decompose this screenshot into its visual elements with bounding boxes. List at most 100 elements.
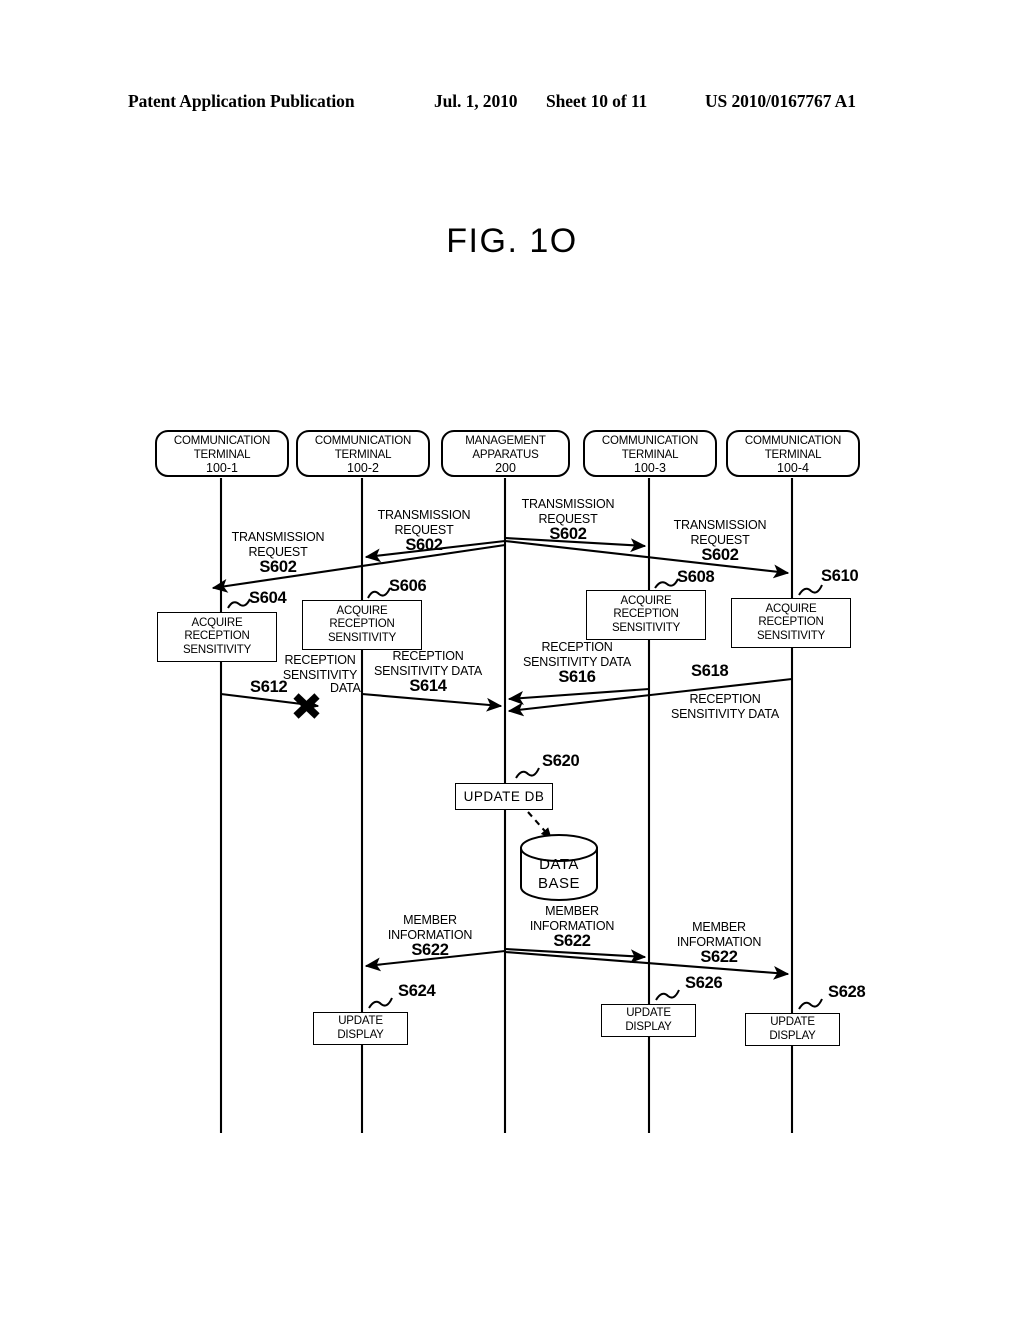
leader-s628 [798, 998, 823, 1010]
msg-s602-ct1-line2: REQUEST [248, 544, 308, 559]
leader-s608 [654, 578, 679, 589]
proc-s610-line1: ACQUIRE [765, 602, 817, 615]
msg-s622-ct3-line2: INFORMATION [529, 918, 615, 933]
process-box-s624-update-display: UPDATE DISPLAY [313, 1012, 408, 1045]
process-box-s610-acquire-reception-sensitivity: ACQUIRE RECEPTION SENSITIVITY [731, 598, 851, 648]
proc-s624-line2: DISPLAY [337, 1028, 384, 1041]
lifeline-head-ct1-line1: COMMUNICATION [173, 435, 271, 447]
leader-s606 [367, 587, 391, 599]
msg-s616-line1: RECEPTION [541, 640, 613, 654]
step-label-s628: S628 [828, 983, 866, 1001]
lifeline-head-ct2: COMMUNICATION TERMINAL 100-2 [296, 430, 430, 477]
msg-s622-ct2-line2: INFORMATION [387, 927, 473, 942]
proc-s606-line2: RECEPTION [329, 618, 395, 631]
step-label-s602-ct4: S602 [701, 546, 739, 564]
message-label-s602-ct4: TRANSMISSION REQUEST S602 [674, 518, 767, 564]
lifeline-head-ct3-line1: COMMUNICATION [601, 435, 699, 447]
proc-s606-line3: SENSITIVITY [327, 631, 397, 644]
proc-s608-line2: RECEPTION [613, 608, 679, 621]
proc-s608-line1: ACQUIRE [620, 594, 672, 607]
msg-s614-line2: SENSITIVITY DATA [374, 663, 482, 678]
leader-s604 [227, 598, 251, 609]
process-box-s628-update-display: UPDATE DISPLAY [745, 1013, 840, 1046]
proc-s604-line2: RECEPTION [184, 630, 250, 643]
msg-s622-ct4-line2: INFORMATION [676, 934, 762, 949]
msg-s614-line1: RECEPTION [392, 649, 464, 663]
lifeline-head-ma-id: 200 [495, 461, 516, 475]
lifeline-head-ct4-line1: COMMUNICATION [744, 435, 842, 447]
lifeline-head-ct2-line1: COMMUNICATION [314, 435, 412, 447]
message-label-s602-ct3: TRANSMISSION REQUEST S602 [522, 497, 615, 543]
lifeline-head-ct4-line2: TERMINAL [764, 448, 822, 461]
diagram-vectors [211, 478, 823, 1133]
proc-s604-line3: SENSITIVITY [182, 643, 252, 656]
step-label-s620: S620 [542, 752, 580, 770]
step-label-s626: S626 [685, 974, 723, 992]
process-box-s620-update-db: UPDATE DB [455, 783, 553, 810]
process-box-s626-update-display: UPDATE DISPLAY [601, 1004, 696, 1037]
step-label-s602-ct1: S602 [259, 558, 297, 576]
lifeline-head-ct1: COMMUNICATION TERMINAL 100-1 [155, 430, 289, 477]
msg-s602-ct4-line2: REQUEST [690, 532, 750, 547]
proc-s606-line1: ACQUIRE [336, 604, 388, 617]
proc-s604-line1: ACQUIRE [191, 616, 243, 629]
step-label-s618: S618 [691, 662, 729, 680]
step-label-s606: S606 [389, 577, 427, 595]
step-label-s614: S614 [409, 677, 447, 695]
lifeline-head-ct3-line2: TERMINAL [621, 448, 679, 461]
message-label-s622-ct2: MEMBER INFORMATION S622 [387, 913, 473, 959]
lifeline-head-ct1-line2: TERMINAL [193, 448, 251, 461]
message-label-s612: RECEPTION SENSITIVITY [283, 653, 357, 682]
step-label-s602-ct3: S602 [549, 525, 587, 543]
lifeline-head-ma-line2: APPARATUS [472, 448, 539, 461]
process-box-s608-acquire-reception-sensitivity: ACQUIRE RECEPTION SENSITIVITY [586, 590, 706, 640]
lifeline-head-ct1-id: 100-1 [206, 461, 238, 475]
message-label-s614: RECEPTION SENSITIVITY DATA S614 [374, 649, 482, 695]
message-label-s618: RECEPTION SENSITIVITY DATA [671, 692, 779, 721]
msg-s602-ct1-line1: TRANSMISSION [231, 530, 325, 544]
step-label-s602-ct2: S602 [405, 536, 443, 554]
arrow-update-db-to-database [527, 811, 552, 839]
step-label-s622-ct2: S622 [411, 941, 449, 959]
lifeline-head-ct3: COMMUNICATION TERMINAL 100-3 [583, 430, 717, 477]
msg-s622-ct4-line1: MEMBER [692, 920, 746, 934]
msg-s612-line3: DATA [330, 681, 361, 695]
msg-s612-line2: SENSITIVITY [282, 667, 358, 682]
proc-s620-label: UPDATE DB [463, 788, 545, 804]
proc-s624-line1: UPDATE [338, 1015, 383, 1027]
proc-s608-line3: SENSITIVITY [611, 621, 681, 634]
leader-s620 [515, 767, 540, 779]
message-label-s616: RECEPTION SENSITIVITY DATA S616 [523, 640, 631, 686]
proc-s610-line2: RECEPTION [758, 616, 824, 629]
leader-s624 [368, 997, 393, 1009]
lifeline-head-ct3-id: 100-3 [634, 461, 666, 475]
msg-s602-ct4-line1: TRANSMISSION [673, 518, 767, 532]
database-label-line2: BASE [537, 875, 581, 892]
lifeline-head-management-apparatus: MANAGEMENT APPARATUS 200 [441, 430, 570, 477]
step-label-s612: S612 [250, 678, 288, 696]
proc-s628-line2: DISPLAY [769, 1029, 816, 1042]
msg-s622-ct2-line1: MEMBER [403, 913, 457, 927]
msg-s602-ct2-line2: REQUEST [394, 522, 454, 537]
step-label-s610: S610 [821, 567, 859, 585]
process-box-s604-acquire-reception-sensitivity: ACQUIRE RECEPTION SENSITIVITY [157, 612, 277, 662]
proc-s610-line3: SENSITIVITY [756, 629, 826, 642]
msg-s602-ct3-line1: TRANSMISSION [521, 497, 615, 511]
database-label: DATA BASE [538, 855, 580, 893]
step-label-s622-ct3: S622 [553, 932, 591, 950]
proc-s626-line1: UPDATE [626, 1007, 671, 1019]
message-label-s622-ct3: MEMBER INFORMATION S622 [529, 904, 615, 950]
leader-s610 [798, 584, 823, 596]
lifeline-head-ct2-id: 100-2 [347, 461, 379, 475]
process-box-s606-acquire-reception-sensitivity: ACQUIRE RECEPTION SENSITIVITY [302, 600, 422, 650]
step-label-s616: S616 [558, 668, 596, 686]
message-label-s602-ct2: TRANSMISSION REQUEST S602 [378, 508, 471, 554]
msg-s622-ct3-line1: MEMBER [545, 904, 599, 918]
step-label-s608: S608 [677, 568, 715, 586]
database-label-line1: DATA [539, 856, 579, 873]
sequence-diagram: COMMUNICATION TERMINAL 100-1 COMMUNICATI… [0, 0, 1024, 1320]
proc-s628-line1: UPDATE [770, 1016, 815, 1028]
msg-s618-line1: RECEPTION [689, 692, 761, 706]
msg-s618-line2: SENSITIVITY DATA [671, 706, 779, 721]
lifeline-head-ct4-id: 100-4 [777, 461, 809, 475]
